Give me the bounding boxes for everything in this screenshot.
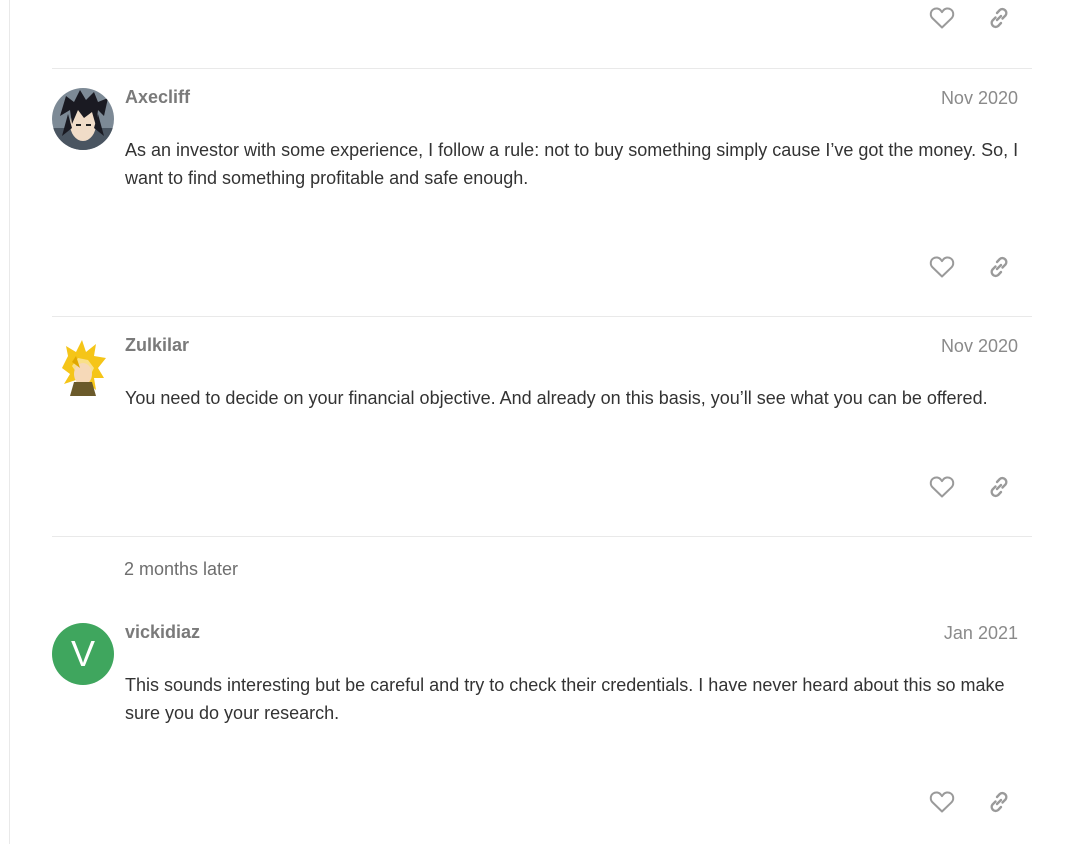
heart-icon xyxy=(929,791,955,813)
like-button[interactable] xyxy=(922,0,962,38)
heart-icon xyxy=(929,256,955,278)
post-date[interactable]: Jan 2021 xyxy=(944,623,1018,644)
post-actions xyxy=(922,467,1032,507)
post-body: You need to decide on your financial obj… xyxy=(125,388,988,408)
post-body: As an investor with some experience, I f… xyxy=(125,140,1019,188)
like-button[interactable] xyxy=(922,782,962,822)
post-actions xyxy=(922,0,1032,40)
like-button[interactable] xyxy=(922,247,962,287)
post-body: This sounds interesting but be careful a… xyxy=(125,675,1005,723)
avatar[interactable] xyxy=(52,88,114,150)
heart-icon xyxy=(929,476,955,498)
link-icon xyxy=(990,791,1008,813)
left-divider xyxy=(9,0,10,844)
post-axecliff: Axecliff Nov 2020 As an investor with so… xyxy=(52,68,1032,317)
username[interactable]: vickidiaz xyxy=(125,622,200,643)
avatar-image xyxy=(52,88,114,150)
heart-icon xyxy=(929,7,955,29)
avatar[interactable] xyxy=(52,338,114,400)
post-date[interactable]: Nov 2020 xyxy=(941,336,1018,357)
share-link-button[interactable] xyxy=(979,247,1019,287)
link-icon xyxy=(990,476,1008,498)
share-link-button[interactable] xyxy=(979,467,1019,507)
time-gap-notice: 2 months later xyxy=(124,559,239,579)
link-icon xyxy=(990,7,1008,29)
post-actions xyxy=(922,782,1032,822)
previous-post-footer xyxy=(52,0,1032,69)
share-link-button[interactable] xyxy=(979,782,1019,822)
avatar-image xyxy=(52,338,114,400)
avatar[interactable]: V xyxy=(52,623,114,685)
post-date[interactable]: Nov 2020 xyxy=(941,88,1018,109)
post-zulkilar: Zulkilar Nov 2020 You need to decide on … xyxy=(52,316,1032,537)
like-button[interactable] xyxy=(922,467,962,507)
post-actions xyxy=(922,247,1032,287)
username[interactable]: Zulkilar xyxy=(125,335,189,356)
username[interactable]: Axecliff xyxy=(125,87,190,108)
post-vickidiaz: V vickidiaz Jan 2021 This sounds interes… xyxy=(52,603,1032,844)
share-link-button[interactable] xyxy=(979,0,1019,38)
link-icon xyxy=(990,256,1008,278)
